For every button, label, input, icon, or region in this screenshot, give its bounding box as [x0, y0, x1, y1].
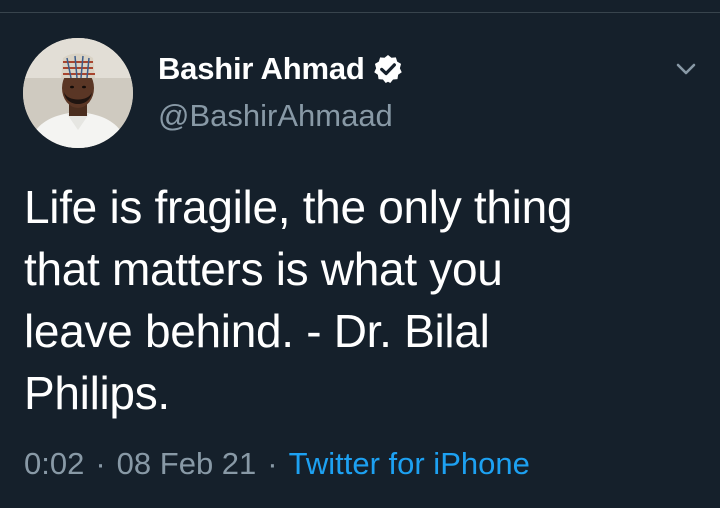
meta-separator: ·	[95, 446, 106, 481]
tweet-text: Life is fragile, the only thing that mat…	[24, 181, 573, 419]
tweet-source-link[interactable]: Twitter for iPhone	[289, 446, 530, 482]
meta-separator: ·	[267, 446, 278, 481]
author-display-name[interactable]: Bashir Ahmad	[158, 51, 365, 87]
verified-badge-icon	[372, 53, 404, 85]
tweet-meta: 0:02 · 08 Feb 21 · Twitter for iPhone	[24, 444, 530, 484]
avatar[interactable]	[23, 38, 133, 148]
author-handle[interactable]: @BashirAhmaad	[158, 98, 393, 134]
tweet-date[interactable]: 08 Feb 21	[117, 446, 257, 482]
chevron-down-icon[interactable]	[672, 55, 700, 83]
top-divider	[0, 12, 720, 13]
author-name-row: Bashir Ahmad	[158, 48, 404, 90]
avatar-photo-icon	[23, 38, 133, 148]
tweet-time[interactable]: 0:02	[24, 446, 84, 482]
